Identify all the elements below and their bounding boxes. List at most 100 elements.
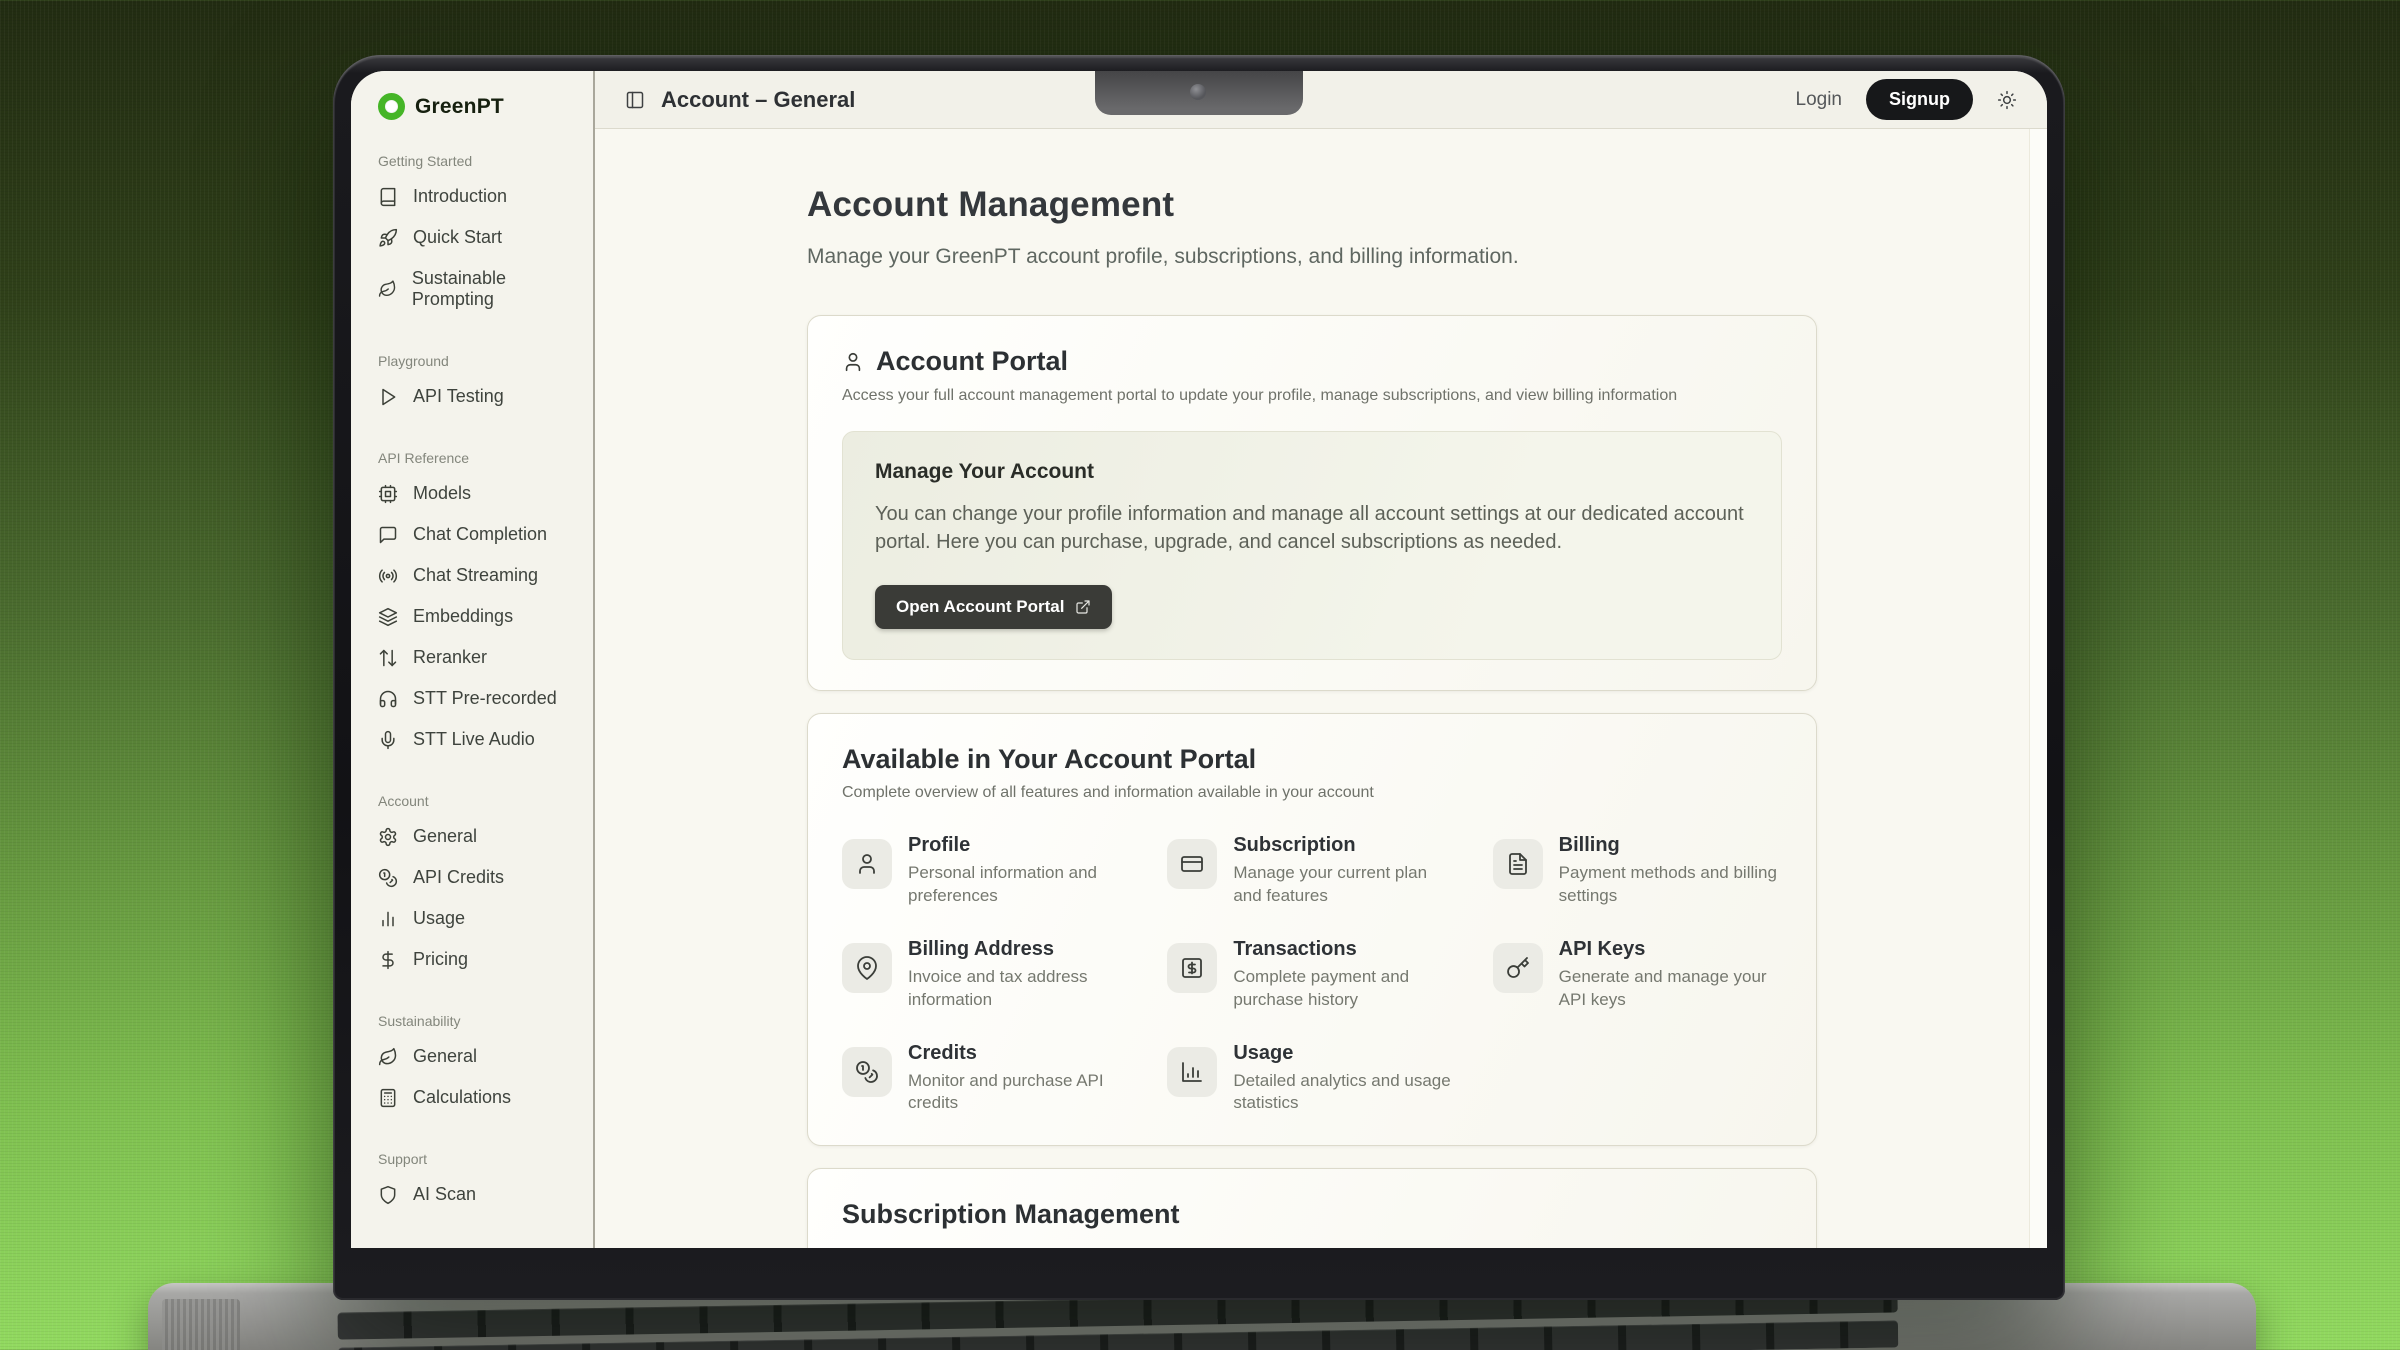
- sidebar-item-api-reference-reranker[interactable]: Reranker: [378, 637, 583, 678]
- sidebar-item-api-reference-chat-streaming[interactable]: Chat Streaming: [378, 555, 583, 596]
- sidebar-item-label: AI Scan: [413, 1184, 476, 1205]
- desktop-background: { "brand": { "name": "GreenPT", "accent_…: [0, 0, 2400, 1350]
- sidebar-item-label: STT Pre-recorded: [413, 688, 557, 709]
- map-pin-icon: [842, 943, 892, 993]
- coins-icon: [842, 1047, 892, 1097]
- sidebar-section-label: Support: [378, 1151, 583, 1167]
- sidebar-item-account-usage[interactable]: Usage: [378, 898, 583, 939]
- feature-api-keys: API Keys Generate and manage your API key…: [1493, 938, 1782, 1012]
- user-icon: [842, 839, 892, 889]
- feature-description: Personal information and preferences: [908, 862, 1131, 908]
- content-area: Account Management Manage your GreenPT a…: [595, 129, 2047, 1248]
- page-title: Account Management: [807, 185, 1817, 225]
- sidebar-item-getting-started-introduction[interactable]: Introduction: [378, 176, 583, 217]
- feature-billing: BillingPayment methods and billing setti…: [1493, 834, 1782, 908]
- feature-text: UsageDetailed analytics and usage statis…: [1233, 1042, 1456, 1116]
- headphones-icon: [378, 689, 398, 709]
- sidebar-section-label: API Reference: [378, 450, 583, 466]
- sidebar-item-label: Sustainable Prompting: [412, 268, 583, 310]
- notch: [1095, 71, 1303, 115]
- rocket-icon: [378, 228, 398, 248]
- main-content: Account Management Manage your GreenPT a…: [807, 185, 1817, 1248]
- sidebar-item-api-reference-models[interactable]: Models: [378, 473, 583, 514]
- shield-icon: [378, 1185, 398, 1205]
- feature-description: Generate and manage your API keys: [1559, 966, 1782, 1012]
- sidebar-item-label: Quick Start: [413, 227, 502, 248]
- account-portal-card-header: Account Portal: [842, 346, 1782, 377]
- sidebar-item-account-general[interactable]: General: [378, 816, 583, 857]
- sidebar-item-label: Chat Streaming: [413, 565, 538, 586]
- feature-title: Billing: [1559, 834, 1782, 857]
- feature-description: Invoice and tax address information: [908, 966, 1131, 1012]
- open-account-portal-button[interactable]: Open Account Portal: [875, 585, 1112, 629]
- page-breadcrumb: Account – General: [661, 87, 855, 113]
- sidebar-item-account-pricing[interactable]: Pricing: [378, 939, 583, 980]
- greenpt-logo-icon: [378, 93, 405, 120]
- feature-profile: ProfilePersonal information and preferen…: [842, 834, 1131, 908]
- sidebar-item-api-reference-embeddings[interactable]: Embeddings: [378, 596, 583, 637]
- feature-text: TransactionsComplete payment and purchas…: [1233, 938, 1456, 1012]
- sidebar-section-getting-started: Getting StartedIntroductionQuick StartSu…: [378, 153, 583, 320]
- scrollbar[interactable]: [2029, 129, 2047, 1248]
- sidebar-item-api-reference-stt-pre-recorded[interactable]: STT Pre-recorded: [378, 678, 583, 719]
- features-card: Available in Your Account Portal Complet…: [807, 713, 1817, 1147]
- sidebar-section-support: Support AI Scan: [378, 1151, 583, 1215]
- manage-account-panel: Manage Your Account You can change your …: [842, 431, 1782, 660]
- sidebar-section-label: Sustainability: [378, 1013, 583, 1029]
- sidebar-section-sustainability: Sustainability General Calculations: [378, 1013, 583, 1118]
- feature-description: Monitor and purchase API credits: [908, 1070, 1131, 1116]
- feature-text: API Keys Generate and manage your API key…: [1559, 938, 1782, 1012]
- sidebar-item-support-ai-scan[interactable]: AI Scan: [378, 1174, 583, 1215]
- gear-icon: [378, 827, 398, 847]
- sidebar: GreenPT Getting StartedIntroductionQuick…: [351, 71, 595, 1248]
- feature-billing-address: Billing AddressInvoice and tax address i…: [842, 938, 1131, 1012]
- sidebar-item-label: Calculations: [413, 1087, 511, 1108]
- feature-text: Billing AddressInvoice and tax address i…: [908, 938, 1131, 1012]
- brand-name: GreenPT: [415, 95, 504, 119]
- feature-text: CreditsMonitor and purchase API credits: [908, 1042, 1131, 1116]
- feature-description: Manage your current plan and features: [1233, 862, 1456, 908]
- sidebar-item-api-reference-chat-completion[interactable]: Chat Completion: [378, 514, 583, 555]
- sidebar-item-label: Usage: [413, 908, 465, 929]
- login-link[interactable]: Login: [1796, 89, 1843, 111]
- sidebar-section-label: Playground: [378, 353, 583, 369]
- sidebar-item-label: Chat Completion: [413, 524, 547, 545]
- features-card-subtitle: Complete overview of all features and in…: [842, 784, 1782, 802]
- sidebar-item-label: API Testing: [413, 386, 504, 407]
- bar-chart-icon: [378, 909, 398, 929]
- sun-icon[interactable]: [1997, 90, 2017, 110]
- brand[interactable]: GreenPT: [378, 93, 583, 120]
- feature-description: Complete payment and purchase history: [1233, 966, 1456, 1012]
- file-text-icon: [1493, 839, 1543, 889]
- bar-chart-axis-icon: [1167, 1047, 1217, 1097]
- sidebar-item-label: Embeddings: [413, 606, 513, 627]
- message-square-icon: [378, 525, 398, 545]
- sidebar-item-label: Pricing: [413, 949, 468, 970]
- feature-credits: CreditsMonitor and purchase API credits: [842, 1042, 1131, 1116]
- play-icon: [378, 387, 398, 407]
- webcam-icon: [1190, 84, 1206, 100]
- sidebar-item-label: STT Live Audio: [413, 729, 535, 750]
- sidebar-item-api-reference-stt-live-audio[interactable]: STT Live Audio: [378, 719, 583, 760]
- sidebar-item-sustainability-general[interactable]: General: [378, 1036, 583, 1077]
- sidebar-item-label: General: [413, 1046, 477, 1067]
- feature-description: Detailed analytics and usage statistics: [1233, 1070, 1456, 1116]
- sidebar-item-getting-started-sustainable-prompting[interactable]: Sustainable Prompting: [378, 258, 583, 320]
- account-portal-title: Account Portal: [876, 346, 1068, 377]
- coins-icon: [378, 868, 398, 888]
- sidebar-item-sustainability-calculations[interactable]: Calculations: [378, 1077, 583, 1118]
- signup-button[interactable]: Signup: [1866, 79, 1973, 120]
- sidebar-section-api-reference: API Reference Models Chat Completion Chat S…: [378, 450, 583, 760]
- page-subtitle: Manage your GreenPT account profile, sub…: [807, 245, 1817, 269]
- panel-left-icon[interactable]: [625, 90, 645, 110]
- leaf-icon: [378, 1047, 398, 1067]
- feature-text: SubscriptionManage your current plan and…: [1233, 834, 1456, 908]
- sidebar-item-label: API Credits: [413, 867, 504, 888]
- external-link-icon: [1075, 599, 1091, 615]
- feature-title: API Keys: [1559, 938, 1782, 961]
- sidebar-item-getting-started-quick-start[interactable]: Quick Start: [378, 217, 583, 258]
- sidebar-item-playground-api-testing[interactable]: API Testing: [378, 376, 583, 417]
- sidebar-item-account-api-credits[interactable]: API Credits: [378, 857, 583, 898]
- feature-text: ProfilePersonal information and preferen…: [908, 834, 1131, 908]
- subscription-management-title: Subscription Management: [842, 1199, 1782, 1230]
